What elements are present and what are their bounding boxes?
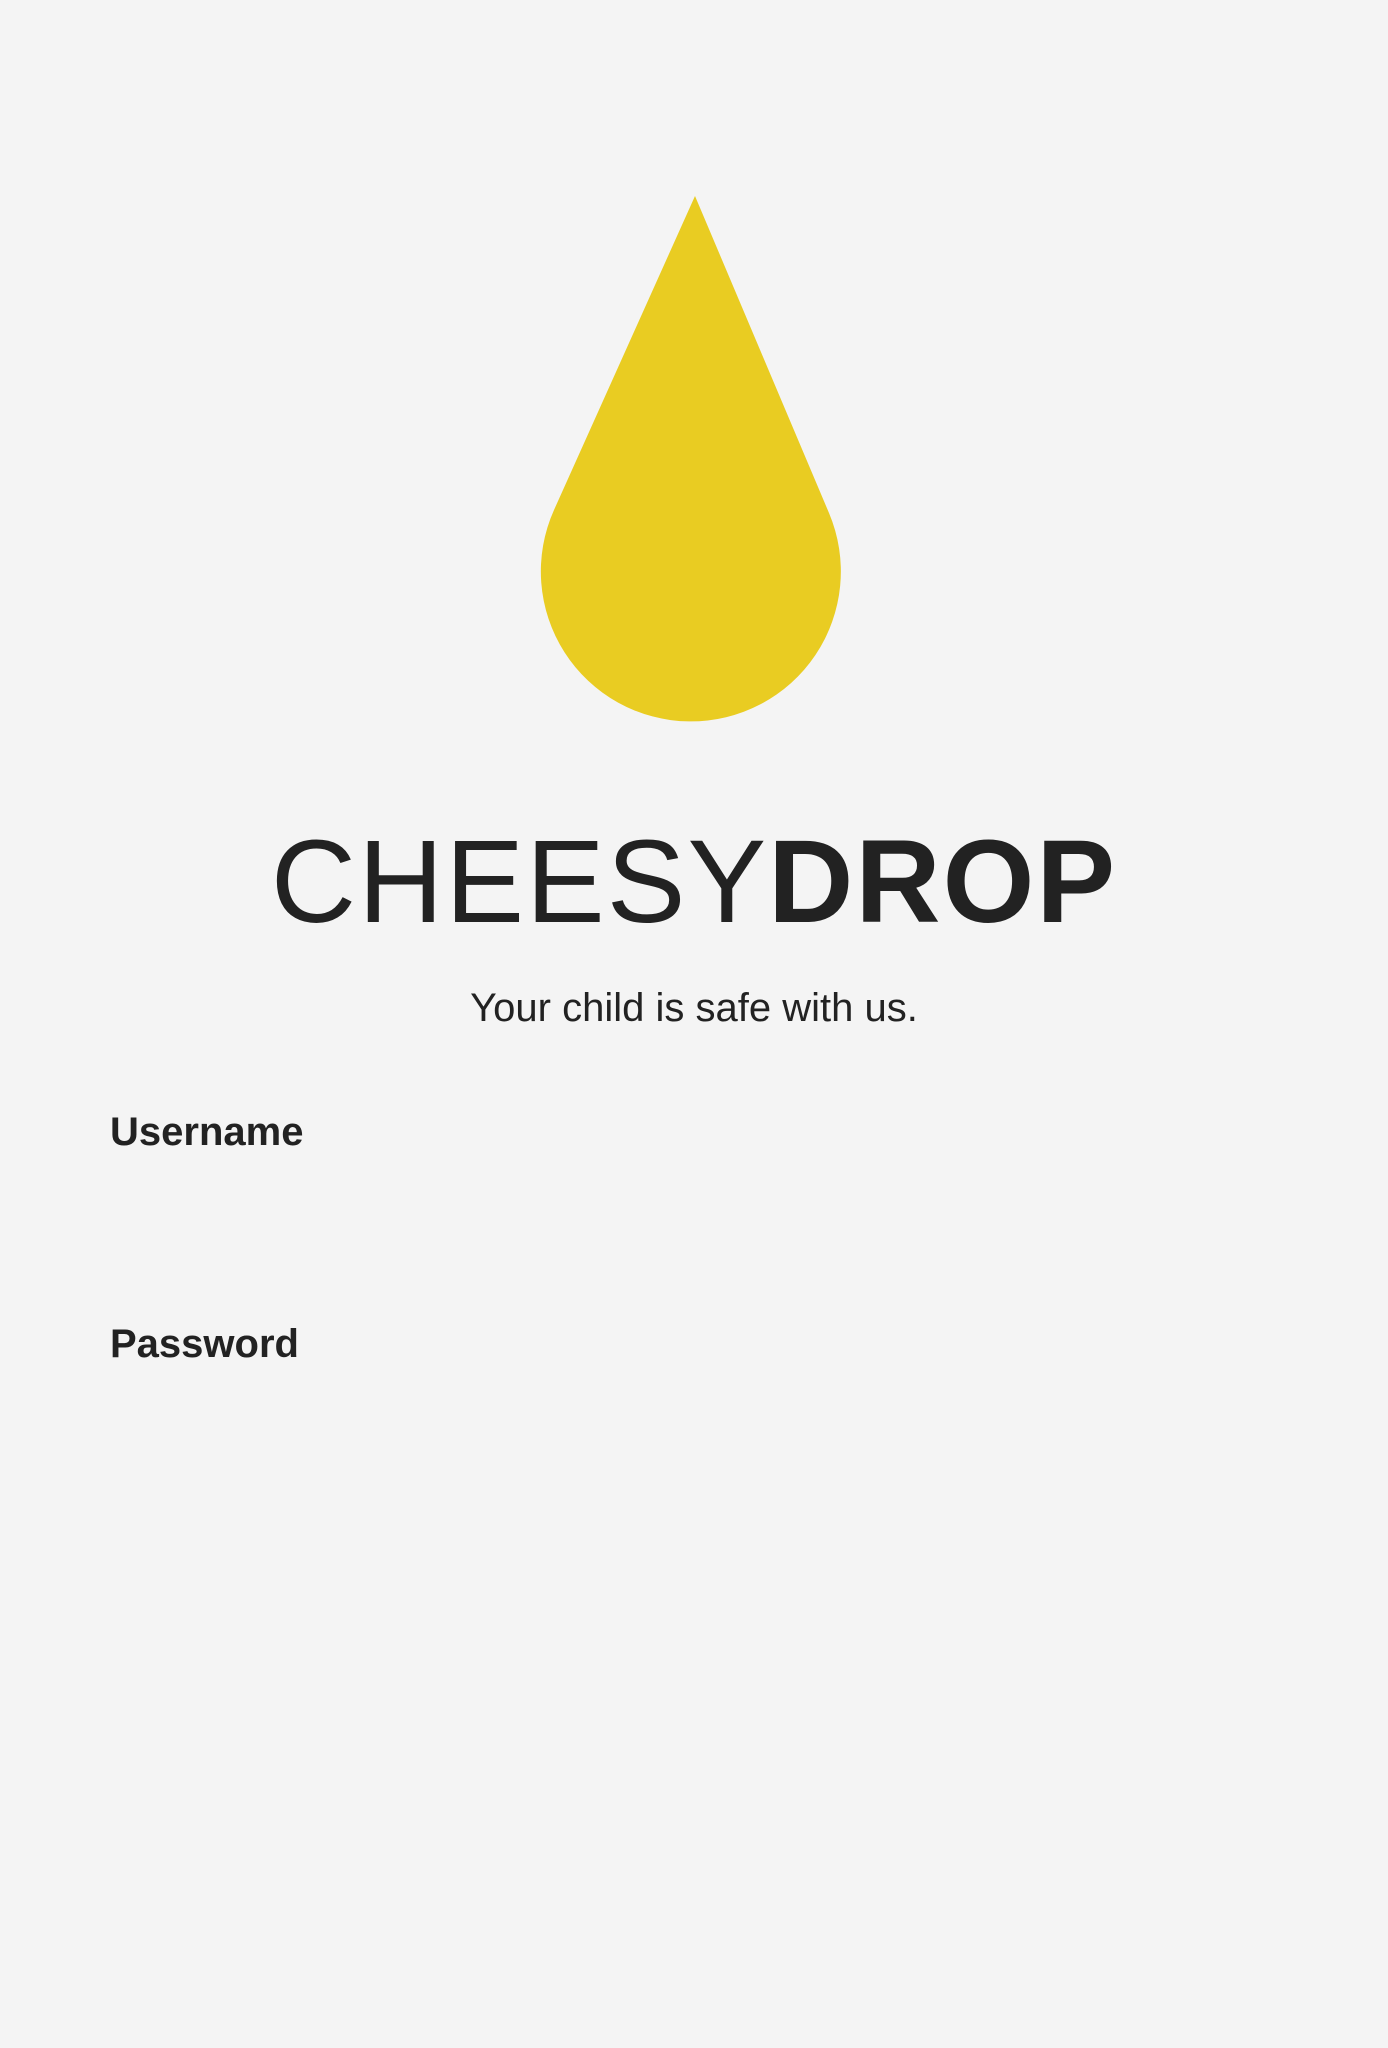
brand-name-bold: DROP [768, 816, 1118, 948]
username-field-group: Username [110, 1104, 1278, 1246]
cheese-drop-icon [540, 196, 841, 722]
brand-name-light: CHEESY [270, 816, 769, 948]
tagline: Your child is safe with us. [470, 986, 918, 1030]
password-field-group: Password [110, 1316, 1278, 1458]
password-label: Password [110, 1322, 299, 1366]
username-input[interactable] [110, 1166, 1278, 1246]
username-label: Username [110, 1110, 304, 1154]
password-input[interactable] [110, 1378, 1278, 1458]
logo [0, 0, 1388, 760]
drop-shape [540, 196, 841, 722]
brand-title: CHEESYDROP [0, 812, 1388, 952]
